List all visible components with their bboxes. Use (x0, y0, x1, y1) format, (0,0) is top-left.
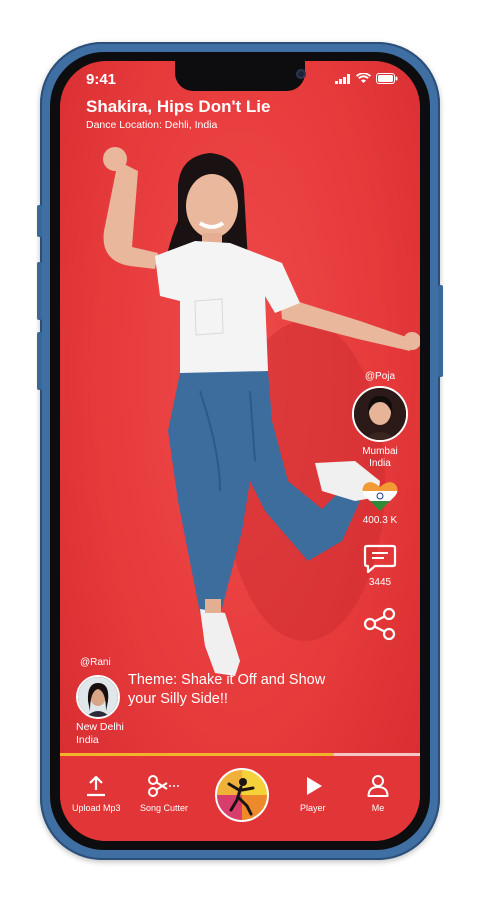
theme-user-avatar[interactable] (76, 675, 120, 719)
theme-user-avatar-image (78, 677, 118, 717)
dance-location: Dance Location: Dehli, India (86, 119, 218, 131)
right-rail: @Poja Mumbai India 400.3 K 3445 (350, 371, 410, 641)
status-icons (335, 73, 398, 84)
creator-avatar-image (354, 388, 406, 440)
dancer-icon (227, 778, 255, 816)
theme-user-city: New Delhi (76, 721, 124, 733)
camera (296, 69, 306, 79)
nav-song-cutter[interactable]: Song Cutter (140, 774, 188, 813)
theme-user-handle[interactable]: @Rani (80, 657, 111, 668)
nav-me[interactable]: Me (366, 774, 390, 813)
comment-button[interactable]: 3445 (350, 543, 410, 589)
creator-avatar[interactable] (352, 386, 408, 442)
upload-icon (87, 775, 106, 797)
silent-switch (37, 205, 42, 237)
creator-city: Mumbai (362, 446, 398, 457)
volume-up-button (37, 262, 42, 320)
theme-user-location: New Delhi India (76, 721, 124, 747)
nav-player[interactable]: Player (300, 774, 326, 813)
nav-upload-mp3[interactable]: Upload Mp3 (72, 774, 121, 813)
nav-me-label: Me (371, 803, 385, 813)
comment-icon (363, 544, 397, 574)
theme-text: Theme: Shake it Off and Show your Silly … (128, 672, 326, 707)
notch (175, 61, 306, 91)
nav-player-label: Player (300, 803, 326, 813)
signal-icon (335, 73, 350, 84)
nav-song-cutter-label: Song Cutter (140, 803, 189, 813)
share-icon (363, 607, 396, 641)
volume-down-button (37, 332, 42, 390)
screen: 9:41 Shakira, Hips Don't Lie Dance Locat… (60, 61, 420, 841)
power-button (438, 285, 443, 377)
share-button[interactable] (350, 607, 410, 641)
battery-icon (376, 73, 398, 84)
india-flag-heart-icon (362, 482, 398, 511)
scissors-icon (148, 775, 181, 797)
creator-handle[interactable]: @Poja (350, 371, 410, 382)
like-button[interactable]: 400.3 K (350, 480, 410, 527)
comment-count: 3445 (368, 577, 392, 588)
status-time: 9:41 (86, 71, 117, 88)
song-title: Shakira, Hips Don't Lie (86, 97, 271, 116)
creator-country: India (369, 458, 391, 469)
bottom-nav: Upload Mp3 Song Cutter Player Me (60, 756, 420, 841)
nav-record-button[interactable] (215, 768, 269, 822)
profile-icon (367, 775, 389, 797)
theme-user-country: India (76, 734, 99, 746)
wifi-icon (356, 73, 371, 83)
play-icon (306, 777, 322, 795)
like-count: 400.3 K (362, 515, 398, 526)
nav-upload-label: Upload Mp3 (72, 803, 121, 813)
